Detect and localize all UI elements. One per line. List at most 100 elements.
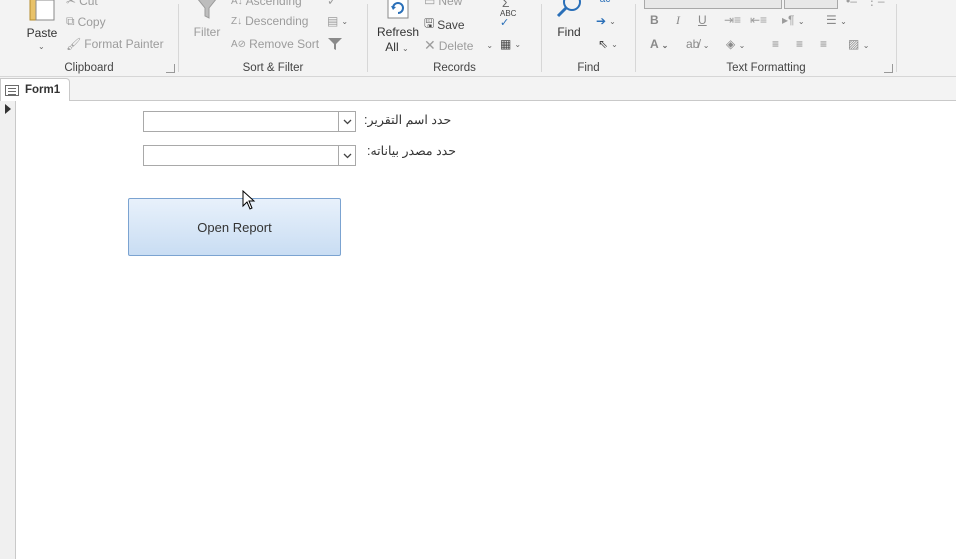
italic-button[interactable]: I — [676, 13, 680, 28]
go-to-button[interactable]: ➔ ⌄ — [596, 14, 616, 28]
ascending-label: Ascending — [245, 0, 302, 8]
font-name-combo[interactable] — [644, 0, 782, 9]
magnifier-icon — [556, 0, 581, 18]
remove-sort-button[interactable]: A⊘ Remove Sort — [231, 37, 319, 51]
paragraph-direction-button[interactable]: ▸¶ ⌄ — [782, 13, 805, 27]
ribbon-separator — [896, 4, 897, 72]
new-record-button[interactable]: ▭ New — [424, 0, 462, 8]
chevron-down-icon: ⌄ — [862, 41, 870, 50]
text-formatting-dialog-launcher-icon[interactable] — [884, 64, 893, 73]
new-record-icon: ▭ — [424, 0, 436, 8]
data-source-dropdown-button[interactable] — [338, 146, 355, 165]
copy-button[interactable]: ⧉ Copy — [66, 14, 106, 29]
clipboard-dialog-launcher-icon[interactable] — [166, 64, 175, 73]
tab-form1-label: Form1 — [25, 84, 61, 96]
font-size-combo[interactable] — [784, 0, 838, 9]
font-color-button[interactable]: A ⌄ — [650, 37, 668, 51]
replace-icon: ᵇac — [596, 0, 610, 5]
paste-icon — [29, 0, 55, 21]
chevron-down-icon: ⌄ — [611, 39, 618, 49]
bold-button[interactable]: B — [650, 13, 659, 27]
align-center-icon: ≡ — [796, 37, 804, 51]
bullets-icon: •– — [846, 0, 857, 8]
remove-sort-icon: A⊘ — [231, 38, 247, 50]
cut-button[interactable]: ✂ Cut — [66, 0, 98, 8]
refresh-icon — [387, 0, 409, 19]
refresh-all-label: All ⌄ — [377, 40, 417, 56]
form-icon — [5, 84, 19, 96]
open-report-button[interactable]: Open Report — [128, 198, 341, 256]
descending-label: Descending — [245, 14, 309, 28]
replace-button[interactable]: ᵇac — [596, 0, 610, 5]
copy-label: Copy — [77, 14, 106, 29]
highlight-button[interactable]: ab̸ ⌄ — [686, 37, 709, 51]
chevron-down-icon: ⌄ — [702, 41, 710, 50]
paint-bucket-icon: ◈ — [726, 37, 736, 51]
data-source-label: حدد مصدر بياناته: — [367, 144, 456, 158]
align-left-button[interactable]: ≡ — [772, 37, 779, 51]
rtl-paragraph-icon: ▸¶ — [782, 13, 795, 27]
refresh-all-button[interactable]: Refresh All ⌄ — [377, 0, 419, 54]
bullets-button[interactable]: •– ⋮– — [846, 0, 885, 8]
record-selector-bar[interactable] — [0, 101, 16, 559]
text-formatting-group-label: Text Formatting — [726, 62, 806, 74]
ascending-button[interactable]: A↓ Ascending — [231, 0, 302, 8]
advanced-filter-icon: ▤ — [327, 14, 339, 28]
spelling-button[interactable]: ABC ✓ — [500, 10, 516, 29]
paste-label: Paste — [26, 26, 58, 40]
chevron-down-icon — [343, 153, 351, 158]
italic-icon: I — [676, 13, 680, 27]
report-name-combo[interactable] — [143, 111, 356, 132]
table-grid-icon: ▦ — [500, 37, 512, 51]
save-button[interactable]: 🖫 Save — [424, 14, 465, 35]
chevron-down-icon: ⌄ — [401, 44, 409, 53]
find-group-label: Find — [577, 62, 600, 74]
increase-indent-button[interactable]: ⇥≡ — [724, 13, 741, 27]
save-label: Save — [437, 17, 465, 32]
decrease-indent-icon: ⇤≡ — [750, 13, 768, 27]
report-name-dropdown-button[interactable] — [338, 112, 355, 131]
gridlines-button[interactable]: ☰ ⌄ — [826, 13, 847, 27]
fill-color-button[interactable]: ◈ ⌄ — [726, 37, 745, 51]
filter-button[interactable]: Filter — [194, 0, 220, 39]
select-button[interactable]: ⇖ ⌄ — [598, 37, 618, 51]
chevron-down-icon: ⌄ — [738, 41, 746, 50]
find-button[interactable]: Find — [554, 0, 584, 39]
records-group-label: Records — [433, 62, 476, 74]
paste-button[interactable]: Paste ⌄ — [26, 0, 58, 51]
text-formatting-group: •– ⋮– B I U ⇥≡ ⇤≡ ▸¶ ⌄ ☰ ⌄ A ⌄ ab̸ ⌄ ◈ ⌄ … — [636, 0, 896, 77]
toggle-filter-button[interactable] — [327, 37, 343, 54]
find-group: Find ᵇac ➔⌄ ⇖⌄ Find — [542, 0, 635, 77]
chevron-down-icon: ⌄ — [38, 42, 45, 51]
underline-button[interactable]: U — [698, 13, 707, 27]
sort-ascending-icon: A↓ — [231, 0, 243, 7]
cut-label: Cut — [79, 0, 98, 8]
arrow-right-icon: ➔ — [596, 14, 607, 28]
ribbon: Paste ⌄ ✂ Cut ⧉ Copy 🖌 Format Painter Cl… — [0, 0, 956, 77]
check-icon: ✓ — [500, 17, 510, 29]
align-left-icon: ≡ — [772, 37, 780, 51]
brush-icon: 🖌 — [66, 37, 82, 51]
data-source-combo[interactable] — [143, 145, 356, 166]
selection-button[interactable]: ✓ — [327, 0, 337, 8]
increase-indent-icon: ⇥≡ — [724, 13, 742, 27]
decrease-indent-button[interactable]: ⇤≡ — [750, 13, 767, 27]
toggle-filter-icon — [328, 38, 342, 50]
descending-button[interactable]: Z↓ Descending — [231, 14, 308, 28]
format-painter-button[interactable]: 🖌 Format Painter — [66, 37, 164, 51]
delete-button[interactable]: ✕ Delete ⌄ — [424, 37, 493, 54]
copy-icon: ⧉ — [66, 14, 75, 28]
filter-label: Filter — [193, 25, 221, 39]
alternate-row-color-button[interactable]: ▨ ⌄ — [848, 37, 869, 51]
tab-form1[interactable]: Form1 — [0, 78, 70, 101]
chevron-down-icon: ⌄ — [514, 39, 522, 49]
advanced-filter-button[interactable]: ▤ ⌄ — [327, 14, 348, 28]
remove-sort-label: Remove Sort — [249, 37, 320, 51]
new-label: New — [438, 0, 463, 8]
chevron-down-icon: ⌄ — [609, 16, 616, 26]
more-records-button[interactable]: ▦ ⌄ — [500, 37, 521, 51]
delete-label: Delete — [438, 38, 474, 53]
chevron-down-icon: ⌄ — [840, 17, 847, 26]
align-center-button[interactable]: ≡ — [796, 37, 803, 51]
align-right-button[interactable]: ≡ — [820, 37, 827, 51]
